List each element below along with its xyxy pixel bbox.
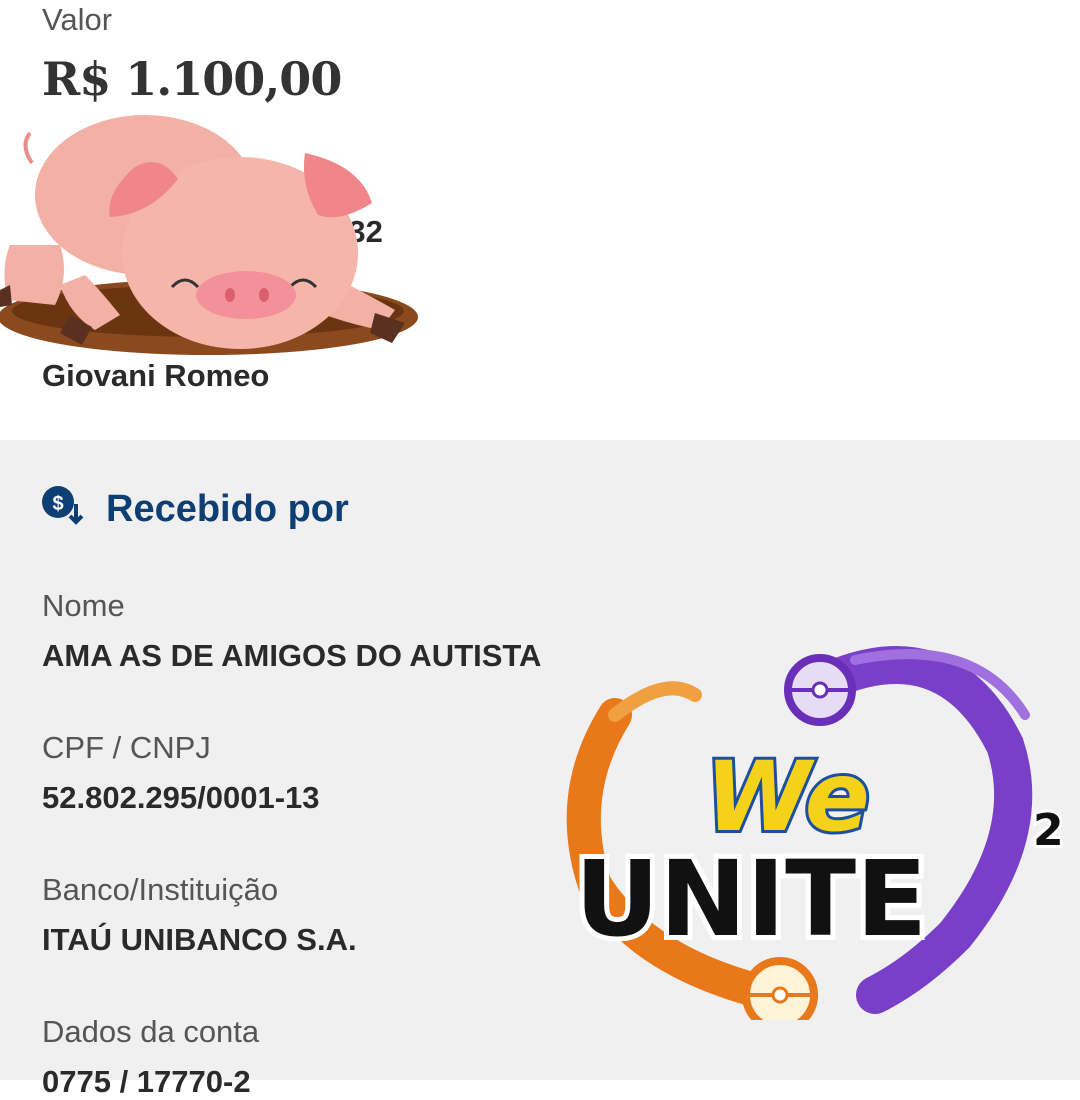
cpf-cnpj-label: CPF / CNPJ bbox=[42, 730, 211, 765]
name-label: Nome bbox=[42, 588, 125, 623]
name-value: AMA AS DE AMIGOS DO AUTISTA bbox=[42, 638, 542, 673]
received-by-title: Recebido por bbox=[106, 488, 349, 530]
bank-value: ITAÚ UNIBANCO S.A. bbox=[42, 922, 357, 957]
bank-label: Banco/Instituição bbox=[42, 872, 279, 907]
cpf-cnpj-value: 52.802.295/0001-13 bbox=[42, 780, 320, 815]
money-transfer-icon: $ bbox=[42, 486, 84, 525]
we-unite-logo: We UNITE 2 bbox=[566, 646, 1067, 1020]
amount-label: Valor bbox=[42, 2, 113, 37]
account-value: 0775 / 17770-2 bbox=[42, 1064, 251, 1099]
pig-sticker bbox=[0, 115, 418, 355]
account-label: Dados da conta bbox=[42, 1014, 260, 1049]
amount-value: R$ 1.100,00 bbox=[42, 52, 342, 106]
svg-text:$: $ bbox=[52, 493, 63, 515]
logo-word-we: We bbox=[705, 741, 870, 853]
logo-superscript: 2 bbox=[1033, 805, 1064, 856]
logo-word-unite: UNITE bbox=[575, 838, 927, 960]
sender-name: Giovani Romeo bbox=[42, 358, 270, 393]
